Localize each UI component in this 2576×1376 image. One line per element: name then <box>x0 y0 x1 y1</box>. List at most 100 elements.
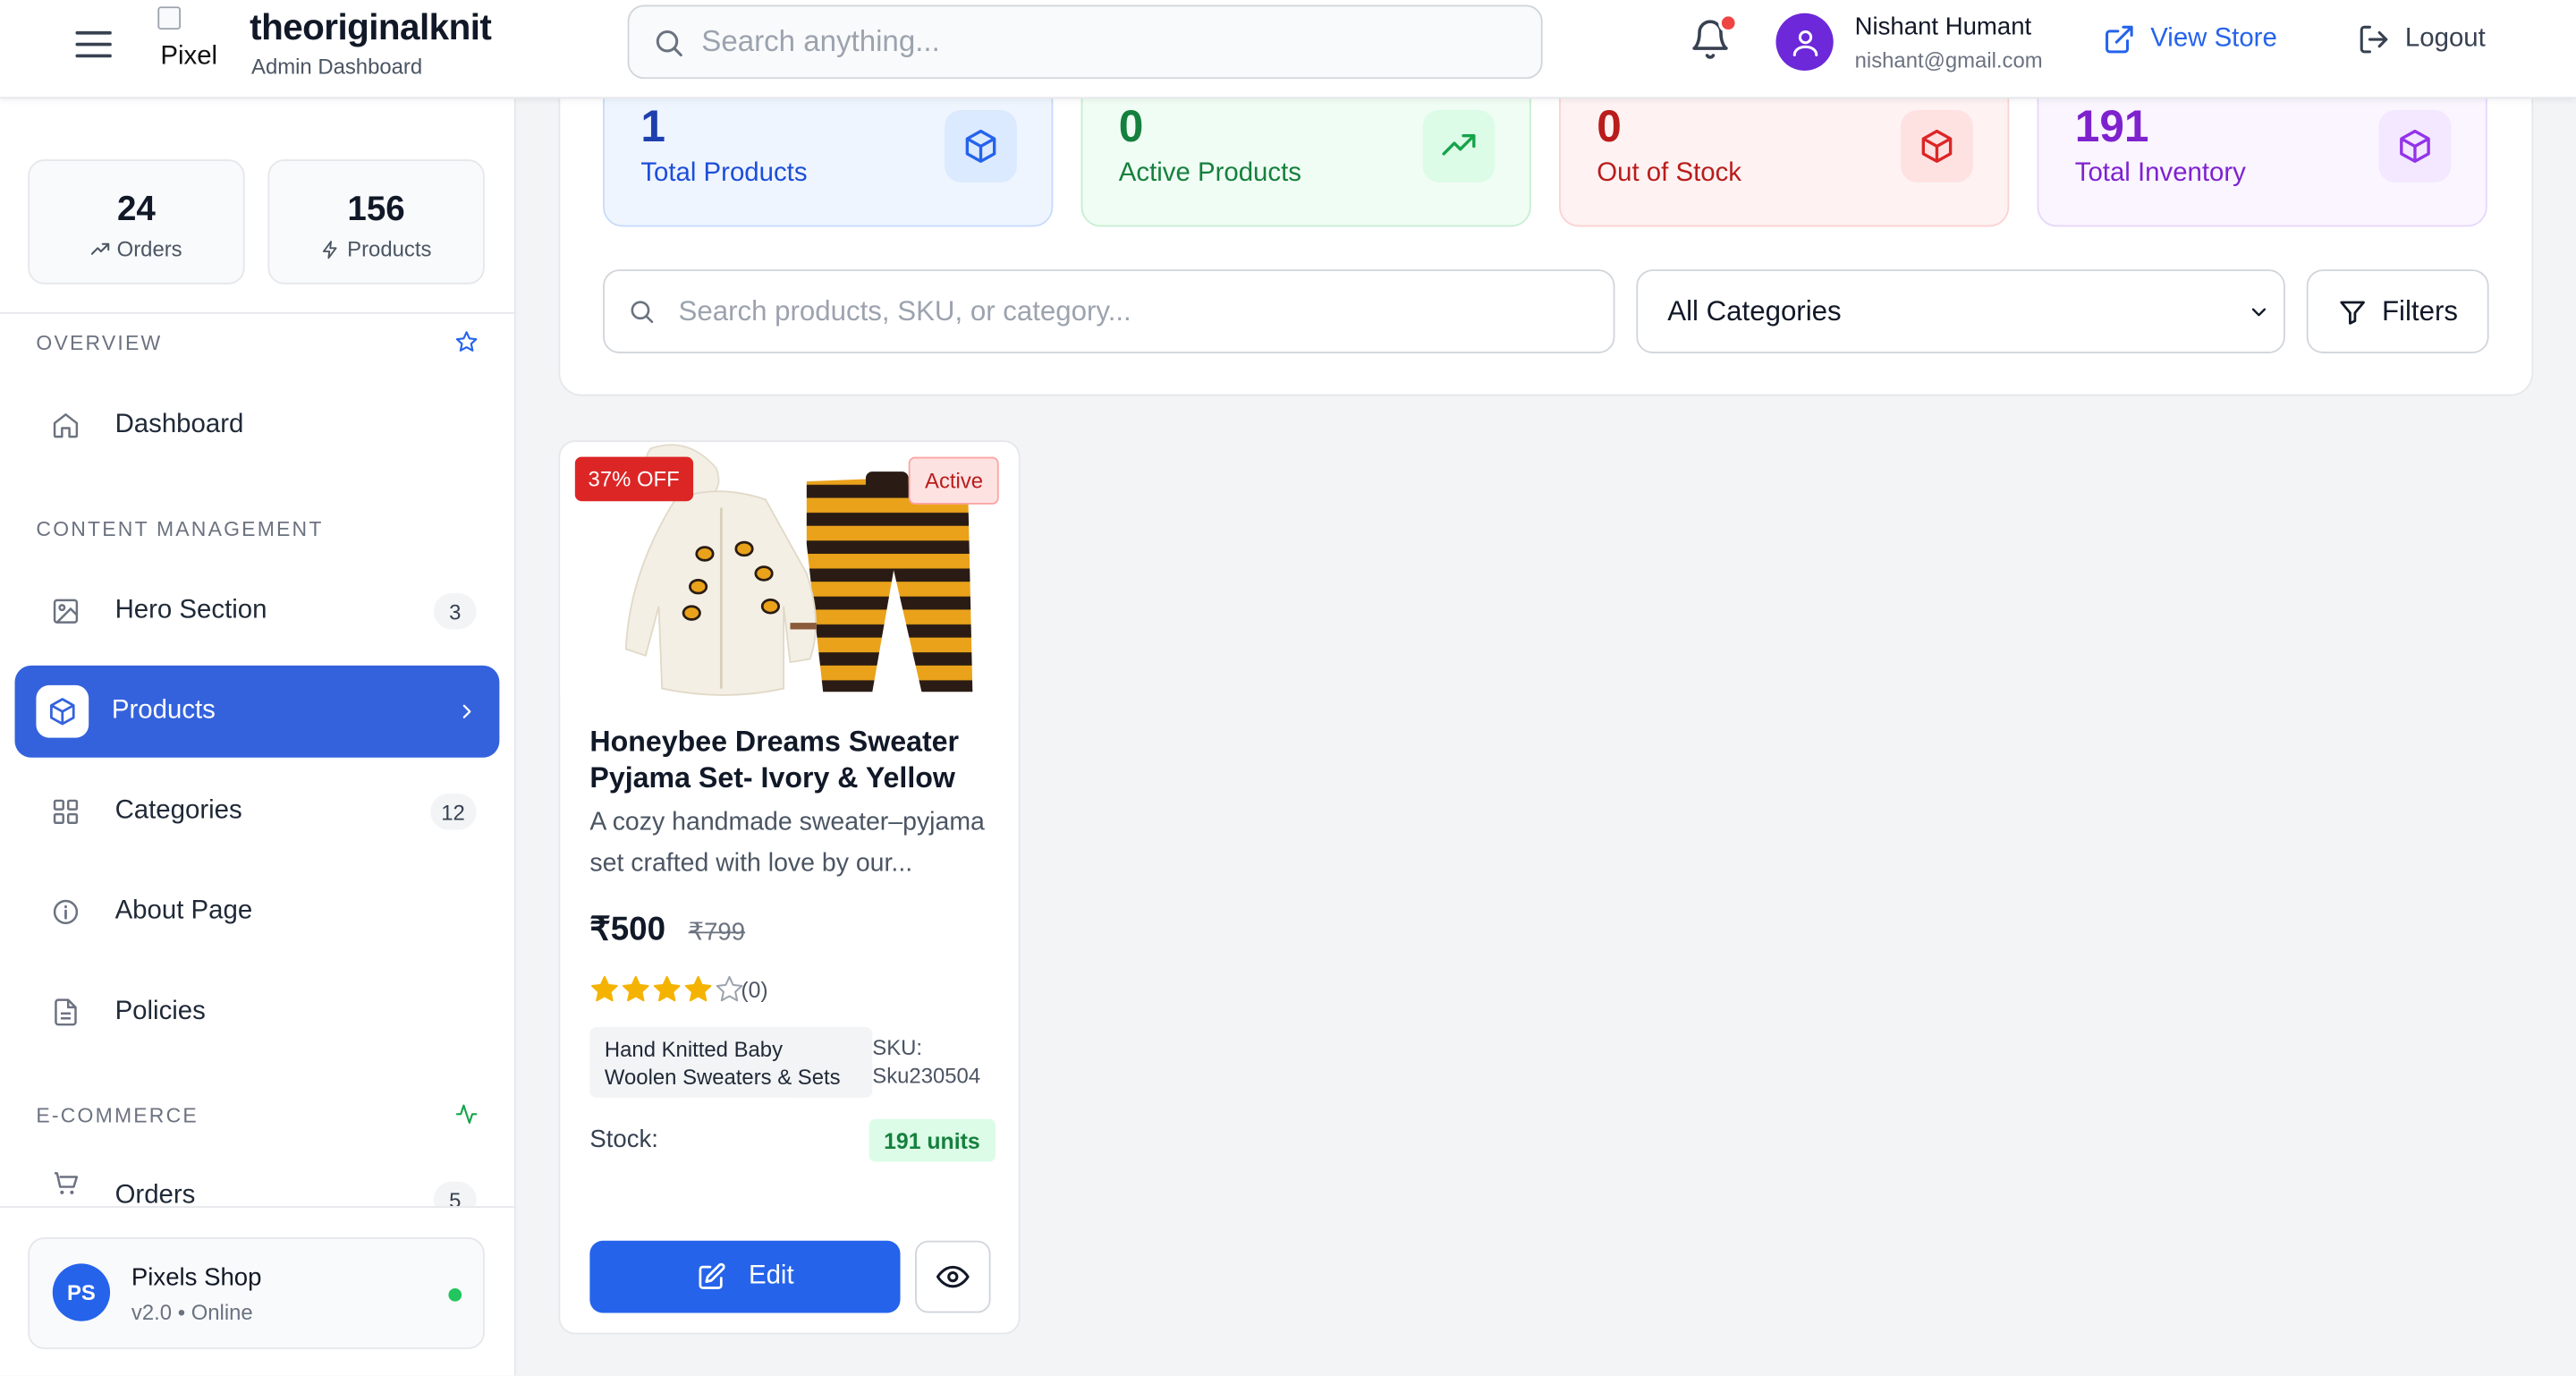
product-card[interactable]: 37% OFF Active Honeybee Dreams Sweater P… <box>558 440 1021 1335</box>
user-avatar[interactable] <box>1775 13 1834 71</box>
category-select[interactable]: All Categories <box>1636 269 2285 353</box>
view-product-button[interactable] <box>915 1240 991 1313</box>
count-badge: 12 <box>429 794 477 830</box>
category-select-value: All Categories <box>1667 294 1842 327</box>
filter-icon <box>2340 300 2365 324</box>
stat-card-value: 1 <box>640 101 665 151</box>
edit-product-button[interactable]: Edit <box>589 1240 901 1313</box>
file-icon <box>39 986 92 1039</box>
shop-name: Pixels Shop <box>131 1263 262 1292</box>
external-link-icon <box>2106 25 2133 54</box>
search-icon <box>631 301 654 324</box>
eye-icon <box>936 1265 970 1288</box>
stat-card-label: Total Products <box>640 159 808 188</box>
sidebar-item-label: Orders <box>114 1181 196 1208</box>
online-status-dot <box>448 1287 462 1302</box>
global-search-input[interactable] <box>701 24 1490 60</box>
sidebar-item-label: Policies <box>114 997 206 1026</box>
sku-label: SKU: <box>872 1035 923 1060</box>
shop-card[interactable]: PS Pixels Shop v2.0 • Online <box>28 1237 485 1349</box>
sidebar-item-label: Hero Section <box>114 596 267 624</box>
zap-icon <box>323 240 338 259</box>
logout-button[interactable]: Logout <box>2358 23 2486 56</box>
product-search-input[interactable] <box>678 294 1566 328</box>
star-filled-icon <box>684 975 712 1002</box>
sku-value: Sku230504 <box>872 1063 981 1088</box>
view-store-label: View Store <box>2150 24 2277 53</box>
user-icon <box>1792 30 1818 56</box>
sidebar-footer: PS Pixels Shop v2.0 • Online <box>0 1206 514 1376</box>
sidebar-item-label: Dashboard <box>114 411 244 439</box>
orders-stat-caption: Orders <box>30 236 243 261</box>
rating-count: (0) <box>741 977 768 1003</box>
trending-up-icon <box>91 242 110 254</box>
product-search <box>603 269 1615 353</box>
box-icon <box>1901 110 1973 183</box>
section-label-content-management: CONTENT MANAGEMENT <box>36 517 324 541</box>
search-icon <box>656 30 682 56</box>
info-icon <box>39 886 92 939</box>
section-label-ecommerce: E-COMMERCE <box>36 1104 199 1127</box>
orders-stat[interactable]: 24 Orders <box>28 159 245 285</box>
products-stat-caption: Products <box>269 236 483 261</box>
hamburger-icon <box>75 30 112 58</box>
logo-alt-text: Pixel <box>160 42 218 71</box>
admin-page: Pixel theoriginalknit Admin Dashboard Ni… <box>0 0 2576 1376</box>
edit-button-label: Edit <box>748 1261 794 1290</box>
sidebar-item-policies[interactable]: Policies <box>15 966 500 1058</box>
filters-label: Filters <box>2381 294 2458 327</box>
count-badge: 5 <box>433 1181 477 1208</box>
menu-toggle-button[interactable] <box>65 20 121 69</box>
box-icon <box>2378 110 2452 183</box>
section-label-overview: OVERVIEW <box>36 332 163 355</box>
sidebar-item-orders[interactable]: Orders 5 <box>15 1152 500 1208</box>
product-image[interactable]: 37% OFF Active <box>560 442 1019 699</box>
sidebar: 24 Orders 156 Products OVERVIEW Dashboar… <box>0 98 516 1376</box>
chevron-down-icon <box>2251 308 2267 317</box>
products-stat[interactable]: 156 Products <box>267 159 485 285</box>
chevron-right-icon <box>462 704 471 718</box>
sidebar-item-categories[interactable]: Categories 12 <box>15 766 500 858</box>
star-filled-icon <box>653 975 681 1002</box>
activity-icon <box>455 1104 478 1124</box>
stat-card-value: 0 <box>1597 101 1622 151</box>
sidebar-item-label: Products <box>111 696 216 725</box>
product-title: Honeybee Dreams Sweater Pyjama Set- Ivor… <box>589 724 960 794</box>
notifications-button[interactable] <box>1689 13 1739 65</box>
product-sku: SKU: Sku230504 <box>872 1033 980 1089</box>
sidebar-item-label: About Page <box>114 896 253 926</box>
view-store-link[interactable]: View Store <box>2103 23 2277 56</box>
sidebar-item-hero-section[interactable]: Hero Section 3 <box>15 565 500 658</box>
stock-label: Stock: <box>589 1125 658 1154</box>
shop-avatar: PS <box>52 1263 111 1321</box>
orders-stat-value: 24 <box>116 191 156 229</box>
count-badge: 3 <box>433 593 477 630</box>
products-stat-value: 156 <box>347 191 405 229</box>
box-icon <box>945 110 1017 183</box>
stat-card-label: Out of Stock <box>1597 159 1741 188</box>
logout-label: Logout <box>2404 24 2486 53</box>
sidebar-item-about-page[interactable]: About Page <box>15 866 500 958</box>
logo-image[interactable]: Pixel <box>155 6 224 75</box>
box-icon <box>36 684 89 738</box>
star-icon <box>455 331 478 352</box>
stat-card-label: Active Products <box>1118 159 1301 188</box>
notification-dot <box>1718 13 1739 33</box>
top-header: Pixel theoriginalknit Admin Dashboard Ni… <box>0 0 2576 99</box>
orders-stat-label: Orders <box>116 236 182 262</box>
cart-icon <box>39 1167 92 1200</box>
filters-button[interactable]: Filters <box>2306 269 2489 353</box>
product-price: ₹500 <box>589 912 666 948</box>
edit-icon <box>698 1262 725 1289</box>
stat-card-value: 0 <box>1118 101 1144 151</box>
stat-card-label: Total Inventory <box>2074 159 2246 188</box>
sidebar-item-dashboard[interactable]: Dashboard <box>15 379 500 471</box>
image-icon <box>39 585 92 638</box>
stock-badge: 191 units <box>869 1118 996 1162</box>
star-empty-icon <box>716 975 743 1002</box>
sidebar-item-products[interactable]: Products <box>14 665 500 758</box>
sidebar-divider <box>0 311 514 314</box>
product-original-price: ₹799 <box>688 918 746 947</box>
product-category-chip: Hand Knitted Baby Woolen Sweaters & Sets <box>589 1026 873 1098</box>
star-filled-icon <box>622 975 649 1002</box>
